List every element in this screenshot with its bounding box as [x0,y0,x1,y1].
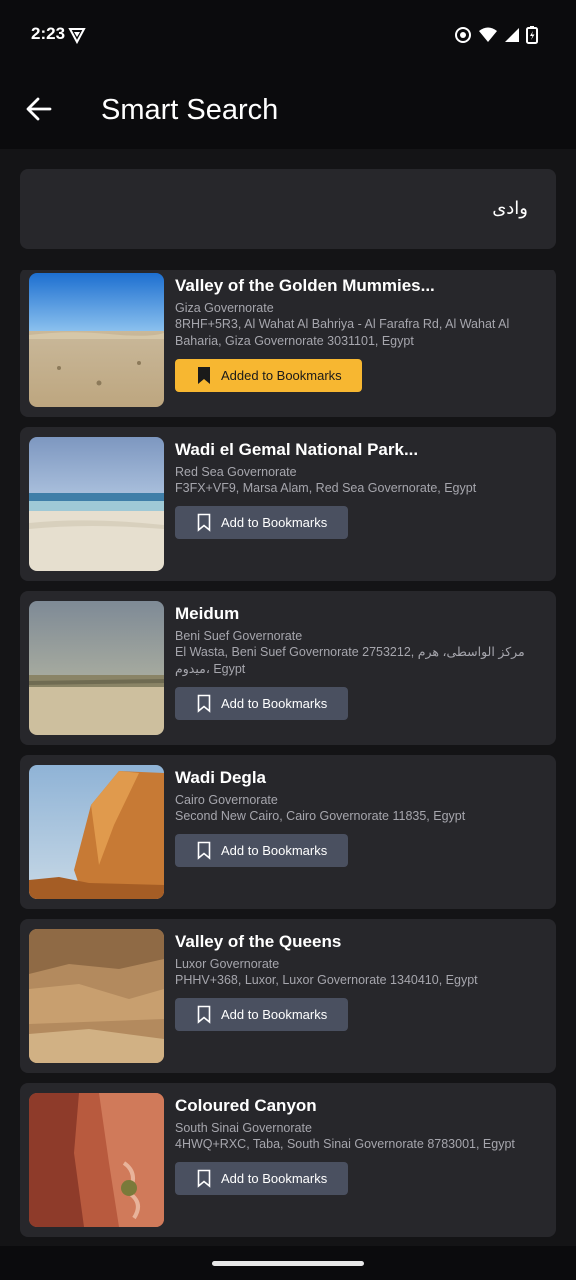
result-card[interactable]: Wadi Degla Cairo Governorate Second New … [20,755,556,909]
result-title[interactable]: Meidum [175,603,544,625]
bookmark-label: Add to Bookmarks [221,1007,328,1022]
bookmark-button[interactable]: Add to Bookmarks [175,1162,348,1195]
bookmark-label: Add to Bookmarks [221,696,328,711]
result-governorate: Cairo Governorate [175,793,278,807]
result-card[interactable]: Meidum Beni Suef Governorate El Wasta, B… [20,591,556,745]
page-title: Smart Search [101,94,279,126]
result-info: Valley of the Queens Luxor Governorate P… [175,931,544,989]
bookmark-outline-icon [197,841,211,860]
home-gesture-handle[interactable] [212,1261,364,1266]
bookmark-outline-icon [197,1005,211,1024]
bookmark-label: Add to Bookmarks [221,843,328,858]
result-card[interactable]: Valley of the Golden Mummies... Giza Gov… [20,270,556,417]
result-title[interactable]: Valley of the Queens [175,931,544,953]
result-address: F3FX+VF9, Marsa Alam, Red Sea Governorat… [175,481,477,495]
bookmark-button[interactable]: Add to Bookmarks [175,834,348,867]
result-info: Meidum Beni Suef Governorate El Wasta, B… [175,603,544,678]
sync-icon [455,27,471,43]
status-time: 2:23 [31,24,66,43]
beach-image [29,437,164,571]
cell-signal-icon [505,28,519,42]
result-thumbnail [29,437,164,571]
result-address: 4HWQ+RXC, Taba, South Sinai Governorate … [175,1137,515,1151]
result-thumbnail [29,1093,164,1227]
result-governorate: Giza Governorate [175,301,274,315]
bookmark-outline-icon [197,1169,211,1188]
wifi-icon [479,27,497,42]
bookmark-button[interactable]: Add to Bookmarks [175,687,348,720]
system-nav-bar [0,1246,576,1280]
canyon-image [29,1093,164,1227]
result-governorate: South Sinai Governorate [175,1121,312,1135]
result-info: Valley of the Golden Mummies... Giza Gov… [175,275,544,350]
result-thumbnail [29,601,164,735]
hazy-desert-image [29,601,164,735]
result-governorate: Luxor Governorate [175,957,280,971]
bookmark-label: Added to Bookmarks [221,368,342,383]
result-card[interactable]: Wadi el Gemal National Park... Red Sea G… [20,427,556,581]
bookmark-button[interactable]: Added to Bookmarks [175,359,362,392]
result-thumbnail [29,929,164,1063]
result-title[interactable]: Wadi Degla [175,767,544,789]
result-title[interactable]: Wadi el Gemal National Park... [175,439,544,461]
status-icons [454,26,538,44]
status-bar: 2:23 [0,0,576,70]
result-thumbnail [29,273,164,407]
app-bar: Smart Search [0,70,576,149]
results-list[interactable]: Valley of the Golden Mummies... Giza Gov… [20,270,556,1250]
result-title[interactable]: Coloured Canyon [175,1095,544,1117]
result-governorate: Beni Suef Governorate [175,629,303,643]
result-info: Wadi el Gemal National Park... Red Sea G… [175,439,544,497]
bookmark-outline-icon [197,513,211,532]
result-card[interactable]: Valley of the Queens Luxor Governorate P… [20,919,556,1073]
result-thumbnail [29,765,164,899]
search-input[interactable]: وادى [20,169,556,249]
result-address: El Wasta, Beni Suef Governorate 2753212,… [175,645,525,676]
result-info: Wadi Degla Cairo Governorate Second New … [175,767,544,825]
bookmark-label: Add to Bookmarks [221,1171,328,1186]
bookmark-filled-icon [198,367,210,384]
result-title[interactable]: Valley of the Golden Mummies... [175,275,544,297]
desert-plain-image [29,273,164,407]
search-query: وادى [492,198,528,219]
bookmark-label: Add to Bookmarks [221,515,328,530]
rock-cliff-image [29,765,164,899]
result-governorate: Red Sea Governorate [175,465,297,479]
back-button[interactable] [22,92,56,126]
result-address: Second New Cairo, Cairo Governorate 1183… [175,809,466,823]
result-info: Coloured Canyon South Sinai Governorate … [175,1095,544,1153]
result-address: PHHV+368, Luxor, Luxor Governorate 13404… [175,973,478,987]
bookmark-button[interactable]: Add to Bookmarks [175,506,348,539]
vpn-shield-icon [68,28,86,44]
valley-cliffs-image [29,929,164,1063]
battery-icon [526,26,538,44]
result-card[interactable]: Coloured Canyon South Sinai Governorate … [20,1083,556,1237]
bookmark-outline-icon [197,694,211,713]
bookmark-button[interactable]: Add to Bookmarks [175,998,348,1031]
arrow-back-icon [26,97,52,121]
result-address: 8RHF+5R3, Al Wahat Al Bahriya - Al Faraf… [175,317,510,348]
